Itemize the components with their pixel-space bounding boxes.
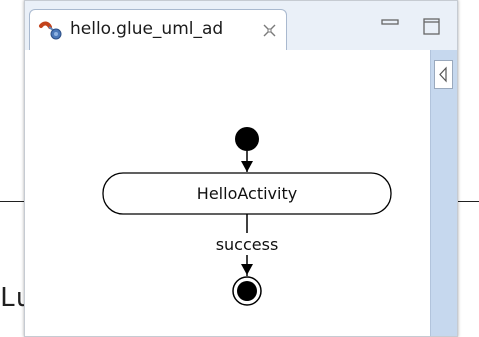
editor-tab-bar: hello.glue_uml_ad xyxy=(25,1,457,50)
arrowhead-icon xyxy=(241,264,253,275)
tab-title: hello.glue_uml_ad xyxy=(70,19,224,39)
chevron-left-icon xyxy=(439,66,447,83)
diagram-canvas[interactable]: HelloActivity success xyxy=(25,50,430,336)
scroll-button[interactable] xyxy=(434,60,453,89)
vertical-scrollbar[interactable] xyxy=(430,50,457,336)
editor-tab[interactable]: hello.glue_uml_ad xyxy=(29,9,287,50)
close-icon[interactable] xyxy=(262,23,277,38)
transition-label: success xyxy=(216,235,279,254)
final-node-core xyxy=(237,281,257,301)
arrowhead-icon xyxy=(241,161,253,172)
activity-name: HelloActivity xyxy=(197,184,297,203)
activity-diagram-file-icon xyxy=(38,20,62,40)
maximize-icon[interactable] xyxy=(422,17,442,37)
initial-node[interactable] xyxy=(235,127,259,151)
diagram-editor-window: hello.glue_uml_ad HelloActivity success xyxy=(24,0,458,337)
minimize-icon[interactable] xyxy=(380,17,402,33)
